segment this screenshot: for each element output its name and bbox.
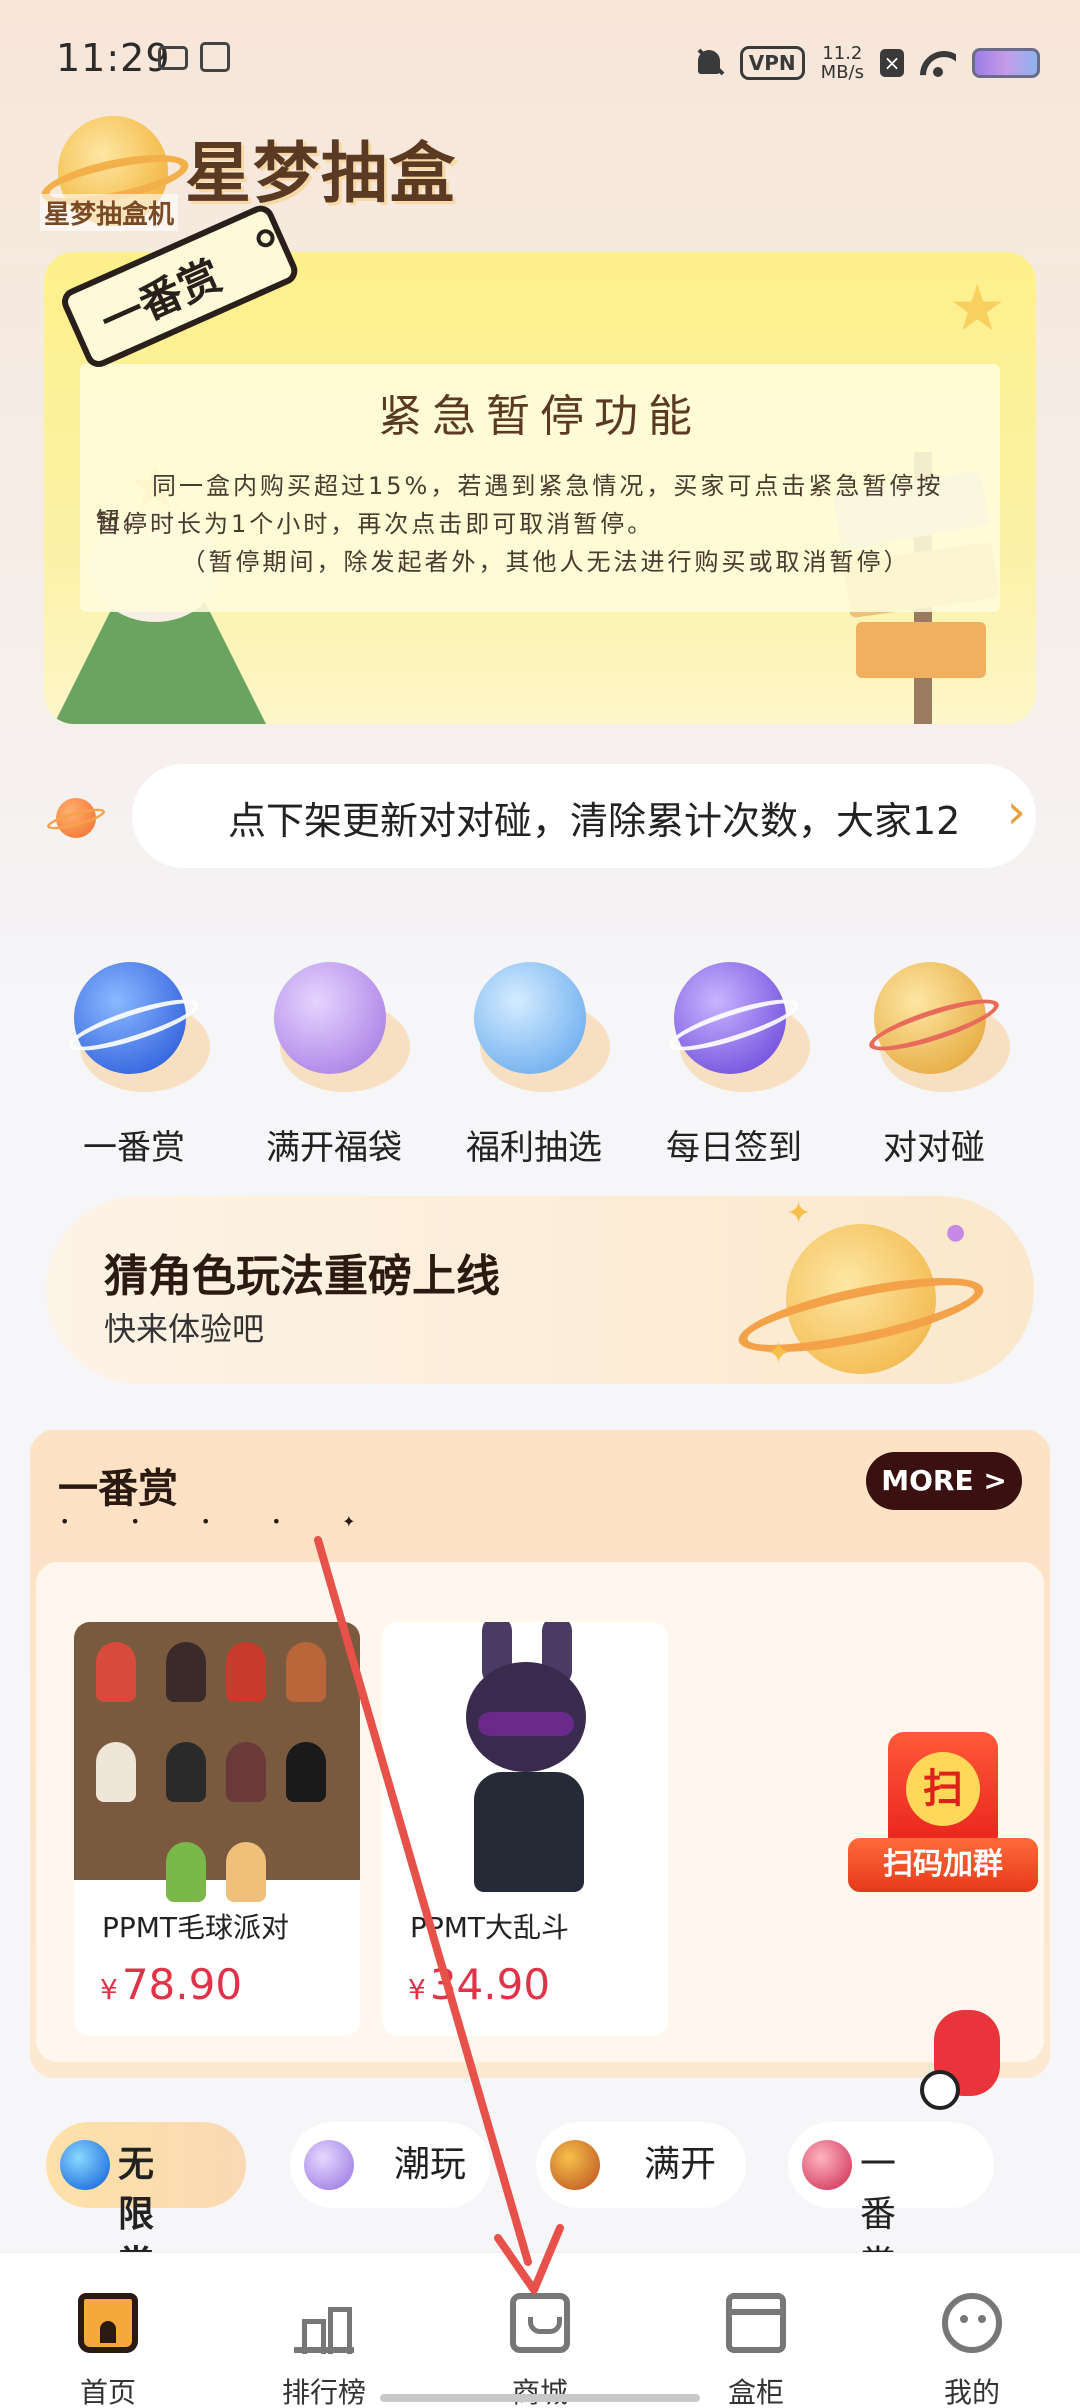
category-label: 每日签到 [666,1128,802,1168]
nav-ranking[interactable]: 排行榜 [216,2253,432,2408]
chevron-right-icon[interactable]: › [1007,784,1026,840]
category-label: 一番赏 [83,1128,185,1168]
status-right-group: VPN 11.2 MB/s × [696,38,1040,88]
sign-board [856,622,986,678]
close-icon: × [880,49,904,77]
soccer-ball-icon [920,2070,960,2110]
nav-shop[interactable]: 商城 [432,2253,648,2408]
home-icon [78,2293,138,2353]
product-name: PPMT大乱斗 [410,1911,570,1944]
notice-pill[interactable]: 点下架更新对对碰，清除累计次数，大家12 › [132,764,1036,868]
nav-label: 排行榜 [281,2376,366,2408]
product-card[interactable]: PPMT毛球派对 ¥78.90 [74,1622,360,2036]
nav-profile[interactable]: 我的 [864,2253,1080,2408]
category-ichiban[interactable]: 一番赏 [44,960,224,1170]
shop-icon [510,2293,570,2353]
nav-home[interactable]: 首页 [0,2253,216,2408]
vpn-icon: VPN [739,46,805,80]
wifi-icon [920,49,956,77]
banner-line-2: 暂停时长为1个小时，再次点击即可取消暂停。 [96,510,655,538]
network-speed: 11.2 MB/s [821,44,864,82]
category-full-lucky-bag[interactable]: 满开福袋 [244,960,424,1170]
status-bar: 11:29 VPN 11.2 MB/s × [0,0,1080,120]
sim-icon [158,46,188,70]
category-label: 福利抽选 [466,1128,602,1168]
product-price: ¥34.90 [408,1960,550,2009]
category-art [64,962,210,1092]
nav-label: 我的 [943,2376,1000,2408]
category-art [664,962,810,1092]
product-price: ¥78.90 [100,1960,242,2009]
tab-ichiban[interactable]: 一番赏 [788,2122,994,2285]
promo-subtitle: 快来体验吧 [104,1310,265,1348]
notice-bar[interactable]: 点下架更新对对碰，清除累计次数，大家12 › [44,764,1036,868]
notice-text: 点下架更新对对碰，清除累计次数，大家12 [228,799,961,843]
scan-icon: 扫 [906,1752,980,1826]
sparkle-icon: ✦ [786,1196,812,1231]
more-button[interactable]: MORE > [866,1452,1022,1510]
battery-icon [972,48,1040,78]
category-label: 满开福袋 [266,1128,402,1168]
category-art [274,962,410,1092]
tab-trendy-toys[interactable]: 潮玩 [290,2122,490,2208]
purple-planet-icon [274,962,386,1074]
section-title: 一番赏 [58,1466,178,1512]
tab-full-open[interactable]: 满开 [536,2122,746,2208]
banner-line-3: （暂停期间，除发起者外，其他人无法进行购买或取消暂停） [181,548,911,576]
tab-label: 满开 [644,2144,717,2185]
profile-icon [942,2293,1002,2353]
scan-join-label: 扫码加群 [848,1838,1038,1892]
currency-symbol: ¥ [408,1973,426,2006]
product-name: PPMT毛球派对 [102,1911,290,1944]
product-card[interactable]: PPMT大乱斗 ¥34.90 [382,1622,668,2036]
filter-tabs: 无限赏 潮玩 满开 一番赏 [0,2108,1080,2285]
tab-label: 潮玩 [394,2144,467,2185]
lightblue-planet-icon [474,962,586,1074]
section-product-area: PPMT毛球派对 ¥78.90 PPMT大乱斗 ¥34.90 扫 扫码加群 [36,1562,1044,2062]
sparkle-icon: ● [946,1220,966,1245]
speed-unit: MB/s [820,62,864,83]
price-value: 78.90 [121,1960,243,2009]
scan-join-group-badge[interactable]: 扫 扫码加群 [848,1732,1038,1912]
category-art [474,962,610,1092]
sparkle-icon: ✦ [766,1336,792,1371]
banner-title: 紧急暂停功能 [378,391,702,442]
category-match-game[interactable]: 对对碰 [844,960,1024,1170]
blue-planet-icon [60,2140,110,2190]
planet-notice-icon [45,794,107,842]
price-value: 34.90 [429,1960,551,2009]
product-image [382,1622,668,1892]
bottom-nav: 首页 排行榜 商城 盒柜 我的 [0,2252,1080,2408]
mascot-floating-button[interactable] [920,2000,1010,2120]
nav-label: 商城 [511,2376,568,2408]
star-icon: ★ [948,272,1006,346]
category-grid: 一番赏 满开福袋 福利抽选 每日签到 对对碰 [0,960,1080,1170]
nav-label: 首页 [79,2376,136,2408]
box-cabinet-icon [726,2293,786,2353]
promo-title: 猜角色玩法重磅上线 [104,1251,500,1302]
category-daily-checkin[interactable]: 每日签到 [644,960,824,1170]
mute-icon [696,46,724,80]
screen-record-icon [200,42,230,72]
purple-planet-icon [304,2140,354,2190]
tab-unlimited[interactable]: 无限赏 [46,2122,246,2285]
nav-label: 盒柜 [727,2376,784,2408]
ichiban-section: 一番赏 • • • • ✦ MORE > PPMT毛球派对 ¥78.90 PPM… [30,1430,1050,2078]
nav-box-cabinet[interactable]: 盒柜 [648,2253,864,2408]
promo-banner[interactable]: 猜角色玩法重磅上线 快来体验吧 ✦ ✦ ● [46,1196,1034,1384]
product-image [74,1622,360,1902]
speed-value: 11.2 [822,43,863,64]
category-welfare-draw[interactable]: 福利抽选 [444,960,624,1170]
ranking-icon [294,2293,354,2354]
pink-planet-icon [802,2140,852,2190]
category-label: 对对碰 [883,1128,985,1168]
currency-symbol: ¥ [100,1973,118,2006]
orange-planet-icon [550,2140,600,2190]
home-indicator[interactable] [380,2394,700,2402]
category-art [864,962,1010,1092]
status-time: 11:29 [56,36,171,80]
section-dots: • • • • ✦ [60,1512,384,1531]
